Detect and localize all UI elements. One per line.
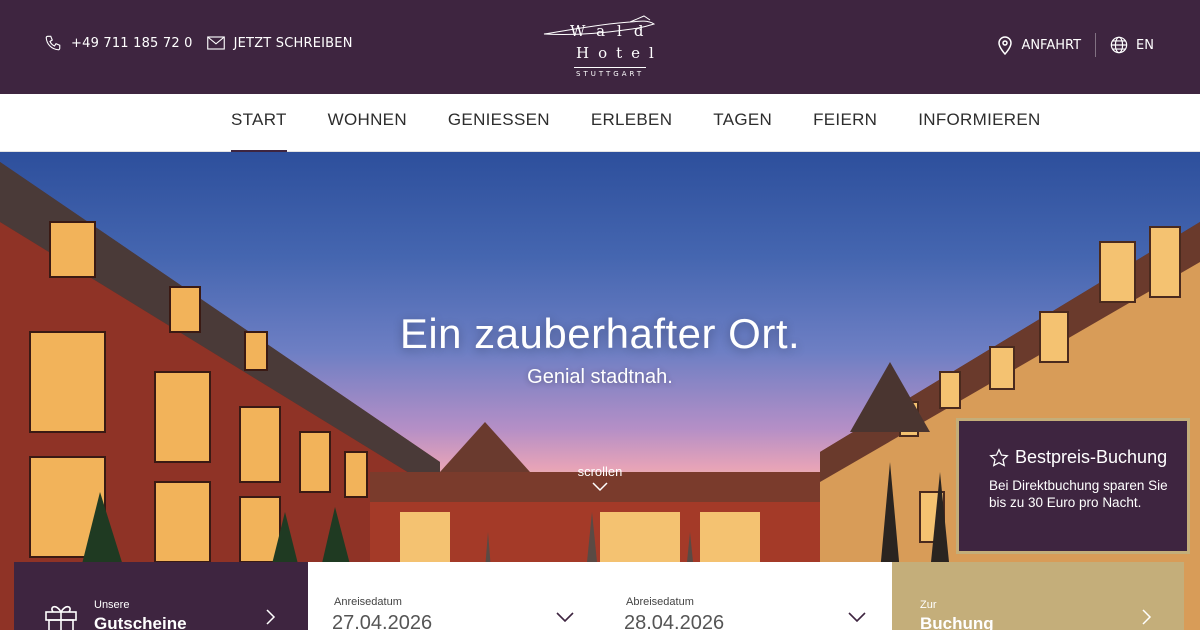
scroll-label: scrollen: [577, 464, 623, 479]
globe-icon: [1110, 36, 1128, 54]
gift-icon: [45, 605, 77, 630]
divider: [1095, 33, 1097, 57]
departure-date-field[interactable]: Abreisedatum 28.04.2026: [600, 562, 892, 630]
arrival-value: 27.04.2026: [332, 612, 433, 630]
hotel-logo[interactable]: Wald Hotel STUTTGART: [540, 12, 662, 84]
language-switch[interactable]: EN: [1110, 36, 1154, 54]
chevron-right-icon: [266, 609, 276, 625]
scroll-indicator[interactable]: scrollen: [560, 464, 640, 492]
arrival-label: Anreisedatum: [334, 596, 402, 608]
nav-item-start[interactable]: START: [231, 94, 287, 152]
logo-line-3: STUTTGART: [576, 70, 645, 78]
nav-item-wohnen[interactable]: WOHNEN: [328, 94, 407, 152]
top-bar: +49 711 185 72 0 JETZT SCHREIBEN Wald Ho…: [0, 0, 1200, 94]
main-navigation: START WOHNEN GENIESSEN ERLEBEN TAGEN FEI…: [0, 94, 1200, 152]
hero-subline: Genial stadtnah.: [527, 366, 673, 388]
vouchers-button[interactable]: Unsere Gutscheine: [14, 562, 308, 630]
vouchers-label: Gutscheine: [94, 614, 187, 630]
phone-link[interactable]: +49 711 185 72 0: [44, 34, 193, 52]
arrival-date-field[interactable]: Anreisedatum 27.04.2026: [308, 562, 600, 630]
nav-item-informieren[interactable]: INFORMIEREN: [918, 94, 1040, 152]
bestprice-title-row: Bestpreis-Buchung: [989, 447, 1187, 468]
chevron-down-icon: [592, 482, 608, 492]
utility-links: ANFAHRT EN: [997, 33, 1154, 57]
hero-headline: Ein zauberhafter Ort.: [399, 310, 801, 357]
hero-image: Ein zauberhafter Ort. Genial stadtnah. s…: [0, 152, 1200, 630]
vouchers-small-label: Unsere: [94, 599, 130, 611]
nav-item-feiern[interactable]: FEIERN: [813, 94, 877, 152]
directions-link[interactable]: ANFAHRT: [997, 35, 1081, 55]
nav-item-erleben[interactable]: ERLEBEN: [591, 94, 672, 152]
phone-icon: [45, 35, 61, 51]
write-label: JETZT SCHREIBEN: [233, 35, 353, 51]
chevron-down-icon: [848, 612, 866, 622]
nav-list: START WOHNEN GENIESSEN ERLEBEN TAGEN FEI…: [231, 94, 1082, 152]
departure-value: 28.04.2026: [624, 612, 725, 630]
bestprice-text: Bei Direktbuchung sparen Sie bis zu 30 E…: [989, 478, 1168, 510]
bestprice-box[interactable]: Bestpreis-Buchung Bei Direktbuchung spar…: [956, 418, 1190, 554]
directions-label: ANFAHRT: [1021, 37, 1082, 53]
mail-icon: [206, 36, 225, 50]
logo-line-2: Hotel: [576, 44, 663, 62]
booking-bar: Unsere Gutscheine Anreisedatum 27.04.202…: [14, 562, 1186, 630]
map-pin-icon: [998, 36, 1013, 55]
logo-line-1: Wald: [570, 22, 656, 40]
chevron-right-icon: [1142, 609, 1152, 625]
booking-label: Buchung: [920, 614, 994, 630]
departure-label: Abreisedatum: [626, 596, 694, 608]
booking-button[interactable]: Zur Buchung: [892, 562, 1184, 630]
nav-item-tagen[interactable]: TAGEN: [713, 94, 772, 152]
star-icon: [989, 447, 1009, 467]
language-label: EN: [1136, 37, 1154, 53]
nav-item-geniessen[interactable]: GENIESSEN: [448, 94, 550, 152]
right-building-illustration: [820, 152, 1200, 630]
booking-small-label: Zur: [920, 599, 937, 611]
chevron-down-icon: [556, 612, 574, 622]
phone-number: +49 711 185 72 0: [71, 35, 193, 51]
bestprice-title: Bestpreis-Buchung: [1015, 447, 1168, 467]
write-link[interactable]: JETZT SCHREIBEN: [206, 35, 353, 51]
contact-links: +49 711 185 72 0 JETZT SCHREIBEN: [44, 34, 367, 52]
logo-divider: [574, 67, 646, 68]
